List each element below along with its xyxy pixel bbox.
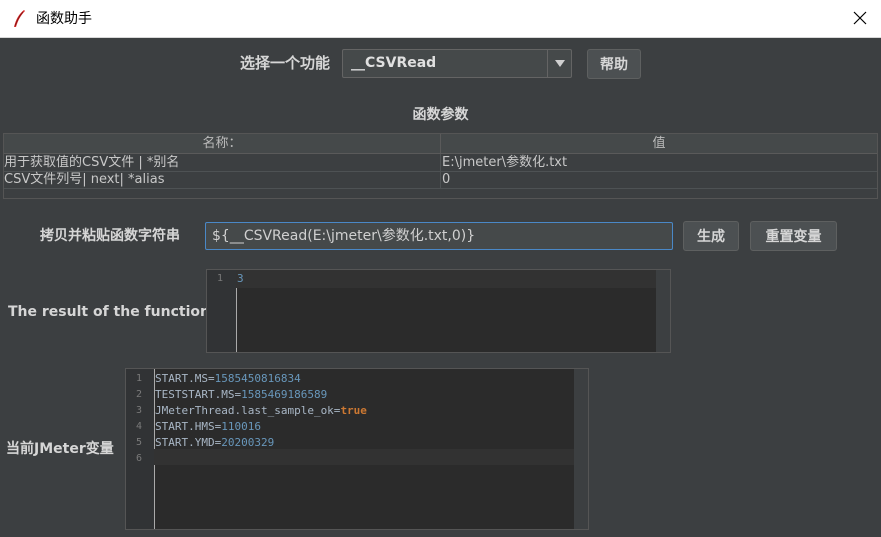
variable-key: JMeterThread.last_sample_ok= <box>155 404 341 417</box>
param-value-cell[interactable]: E:\jmeter\参数化.txt <box>442 154 872 171</box>
variable-key: TESTSTART.MS= <box>155 388 242 401</box>
result-label: The result of the function is <box>8 304 228 320</box>
function-select[interactable]: __CSVRead <box>342 49 572 78</box>
param-name-cell[interactable]: 用于获取值的CSV文件 | *别名 <box>4 154 438 171</box>
vertical-scrollbar[interactable] <box>656 270 670 352</box>
result-editor[interactable]: 1 3 <box>206 269 671 353</box>
function-select-value: __CSVRead <box>351 55 437 71</box>
current-line-highlight <box>236 270 656 288</box>
variable-key: START.MS= <box>155 372 215 385</box>
help-button[interactable]: 帮助 <box>587 49 641 79</box>
reset-variables-button[interactable]: 重置变量 <box>750 221 837 251</box>
variable-value: 1585450816834 <box>214 372 301 385</box>
variable-line: START.YMD=20200329 <box>155 435 274 451</box>
generate-button[interactable]: 生成 <box>683 221 739 251</box>
jmeter-variables-label: 当前JMeter变量 <box>6 441 114 457</box>
line-number: 1 <box>135 373 142 384</box>
line-number-gutter: 1 <box>207 270 237 352</box>
variable-line: START.MS=1585450816834 <box>155 371 301 387</box>
param-name-cell[interactable]: CSV文件列号| next| *alias <box>4 171 438 188</box>
result-value: 3 <box>237 272 244 285</box>
current-line-highlight <box>154 449 575 465</box>
function-string-input[interactable]: ${__CSVRead(E:\jmeter\参数化.txt,0)} <box>205 222 673 250</box>
line-number: 1 <box>216 273 223 284</box>
params-table: 名称： 值 用于获取值的CSV文件 | *别名 E:\jmeter\参数化.tx… <box>3 133 878 199</box>
column-header-name[interactable]: 名称： <box>4 134 441 154</box>
function-params-title: 函数参数 <box>412 107 469 123</box>
copy-paste-label: 拷贝并粘贴函数字符串 <box>40 228 180 244</box>
column-divider <box>440 154 441 188</box>
param-value-cell[interactable]: 0 <box>442 171 872 188</box>
window-title: 函数助手 <box>36 11 92 27</box>
line-number: 5 <box>135 437 142 448</box>
variable-key: START.HMS= <box>155 420 222 433</box>
line-number: 2 <box>135 389 142 400</box>
variable-line: START.HMS=110016 <box>155 419 261 435</box>
variable-line: JMeterThread.last_sample_ok=true <box>155 403 367 419</box>
variable-value: true <box>340 404 367 417</box>
select-function-label: 选择一个功能 <box>240 54 331 72</box>
close-icon <box>853 10 867 29</box>
title-bar: 函数助手 <box>0 0 881 38</box>
close-button[interactable] <box>838 0 881 38</box>
line-number: 3 <box>135 405 142 416</box>
vertical-scrollbar[interactable] <box>574 369 588 529</box>
variable-value: 20200329 <box>221 436 275 449</box>
line-number: 4 <box>135 421 142 432</box>
variable-line: TESTSTART.MS=1585469186589 <box>155 387 327 403</box>
variable-value: 110016 <box>221 420 261 433</box>
feather-icon <box>12 9 26 29</box>
chevron-down-icon[interactable] <box>547 50 571 77</box>
variable-value: 1585469186589 <box>241 388 328 401</box>
column-header-value[interactable]: 值 <box>441 134 877 154</box>
jmeter-variables-editor[interactable]: 1 START.MS=1585450816834 2 TESTSTART.MS=158… <box>125 368 589 530</box>
line-number: 6 <box>135 453 142 464</box>
variable-key: START.YMD= <box>155 436 222 449</box>
